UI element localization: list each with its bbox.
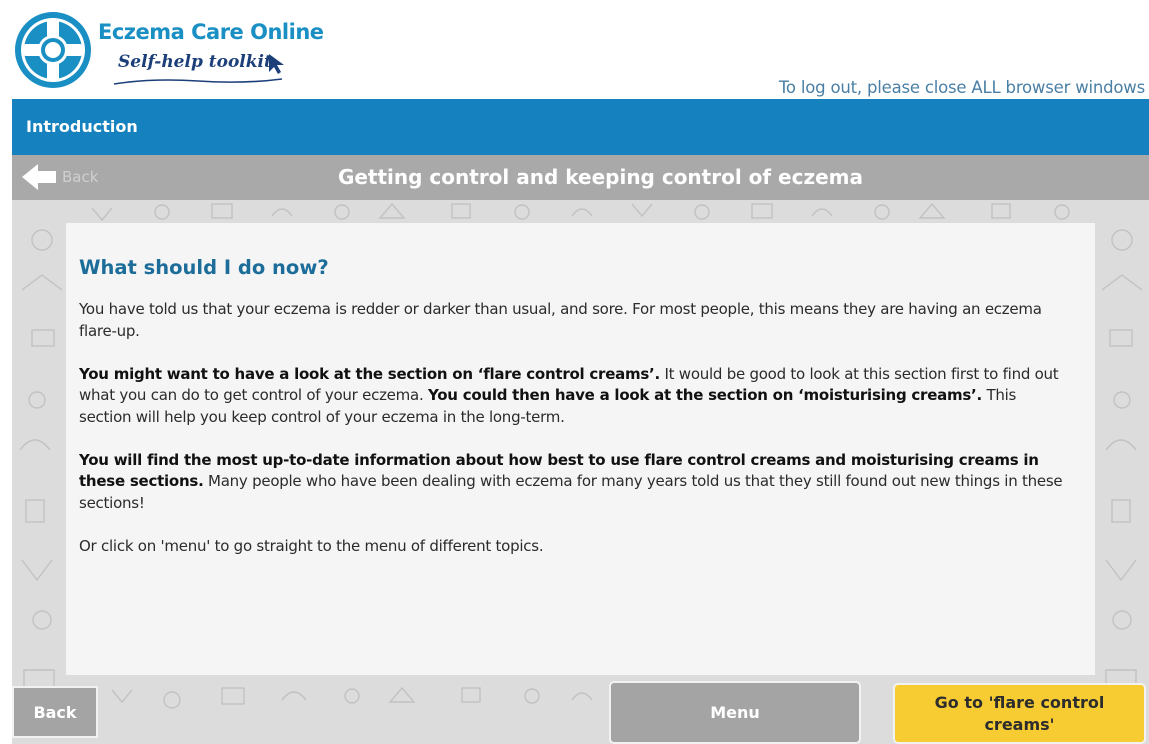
- brand-underline: [113, 78, 283, 85]
- content-heading: What should I do now?: [79, 256, 329, 279]
- paragraph-3: You will find the most up-to-date inform…: [79, 450, 1069, 515]
- page-title: Getting control and keeping control of e…: [337, 165, 864, 189]
- brand-subtitle: Self-help toolkit: [118, 52, 272, 72]
- paragraph-1: You have told us that your eczema is red…: [79, 300, 1042, 340]
- title-bar: Back Getting control and keeping control…: [12, 155, 1149, 200]
- content-body: You have told us that your eczema is red…: [79, 299, 1069, 579]
- back-button[interactable]: Back: [12, 686, 98, 738]
- section-label: Introduction: [26, 117, 138, 136]
- paragraph-4: Or click on 'menu' to go straight to the…: [79, 536, 544, 555]
- logout-note: To log out, please close ALL browser win…: [778, 78, 1145, 97]
- paragraph-3-text: Many people who have been dealing with e…: [79, 472, 1063, 512]
- cursor-arrow-icon: [269, 54, 284, 74]
- site-header: Eczema Care Online Self-help toolkit To …: [0, 0, 1149, 99]
- brand-title: Eczema Care Online: [98, 20, 324, 44]
- lifebuoy-icon: [15, 12, 91, 88]
- menu-button[interactable]: Menu: [609, 681, 861, 744]
- content-card: What should I do now? You have told us t…: [66, 223, 1095, 675]
- section-bar: Introduction: [12, 99, 1149, 155]
- go-to-flare-control-creams-button[interactable]: Go to 'flare control creams': [893, 683, 1146, 744]
- paragraph-2-bold-2: You could then have a look at the sectio…: [428, 386, 982, 404]
- paragraph-2-bold-1: You might want to have a look at the sec…: [79, 364, 660, 383]
- paragraph-2: You might want to have a look at the sec…: [79, 364, 1069, 429]
